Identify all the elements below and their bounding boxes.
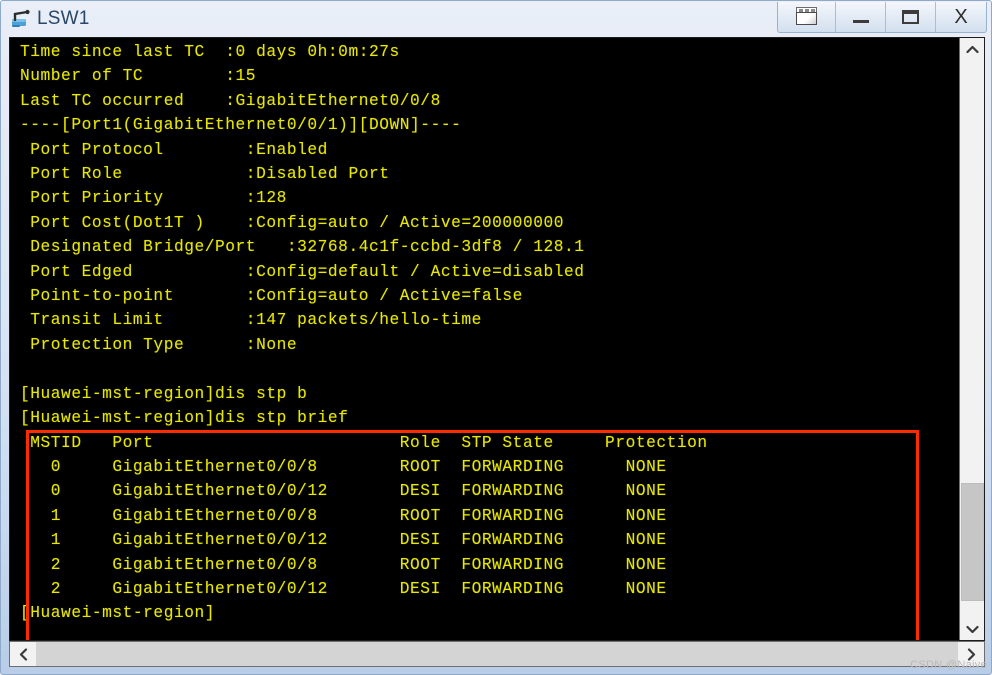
- vertical-scrollbar[interactable]: [959, 38, 984, 640]
- scroll-left-arrow-icon[interactable]: [10, 642, 36, 666]
- horizontal-scrollbar-track[interactable]: [36, 642, 958, 666]
- scroll-up-arrow-icon[interactable]: [960, 38, 984, 60]
- window-stack-icon: [794, 7, 820, 27]
- terminal-frame: Time since last TC :0 days 0h:0m:27s Num…: [9, 37, 985, 641]
- title-bar[interactable]: LSW1 X: [1, 1, 992, 37]
- terminal-output: Time since last TC :0 days 0h:0m:27s Num…: [20, 43, 708, 623]
- close-button[interactable]: X: [936, 2, 986, 32]
- switch-icon: [9, 7, 33, 31]
- restore-windows-button[interactable]: [778, 2, 836, 32]
- watermark: CSDN @Naive: [910, 659, 987, 671]
- terminal-window: LSW1 X Time since last TC :0 days 0h:0m:…: [0, 0, 992, 675]
- scroll-down-arrow-icon[interactable]: [960, 618, 984, 640]
- minimize-button[interactable]: [836, 2, 886, 32]
- maximize-button[interactable]: [886, 2, 936, 32]
- minimize-icon: [852, 19, 869, 23]
- window-controls: X: [777, 2, 987, 33]
- terminal-screen[interactable]: Time since last TC :0 days 0h:0m:27s Num…: [10, 38, 960, 640]
- maximize-icon: [902, 10, 919, 24]
- vertical-scrollbar-thumb[interactable]: [961, 483, 984, 601]
- close-icon: X: [954, 6, 968, 28]
- horizontal-scrollbar[interactable]: [9, 641, 985, 667]
- window-title: LSW1: [37, 8, 90, 29]
